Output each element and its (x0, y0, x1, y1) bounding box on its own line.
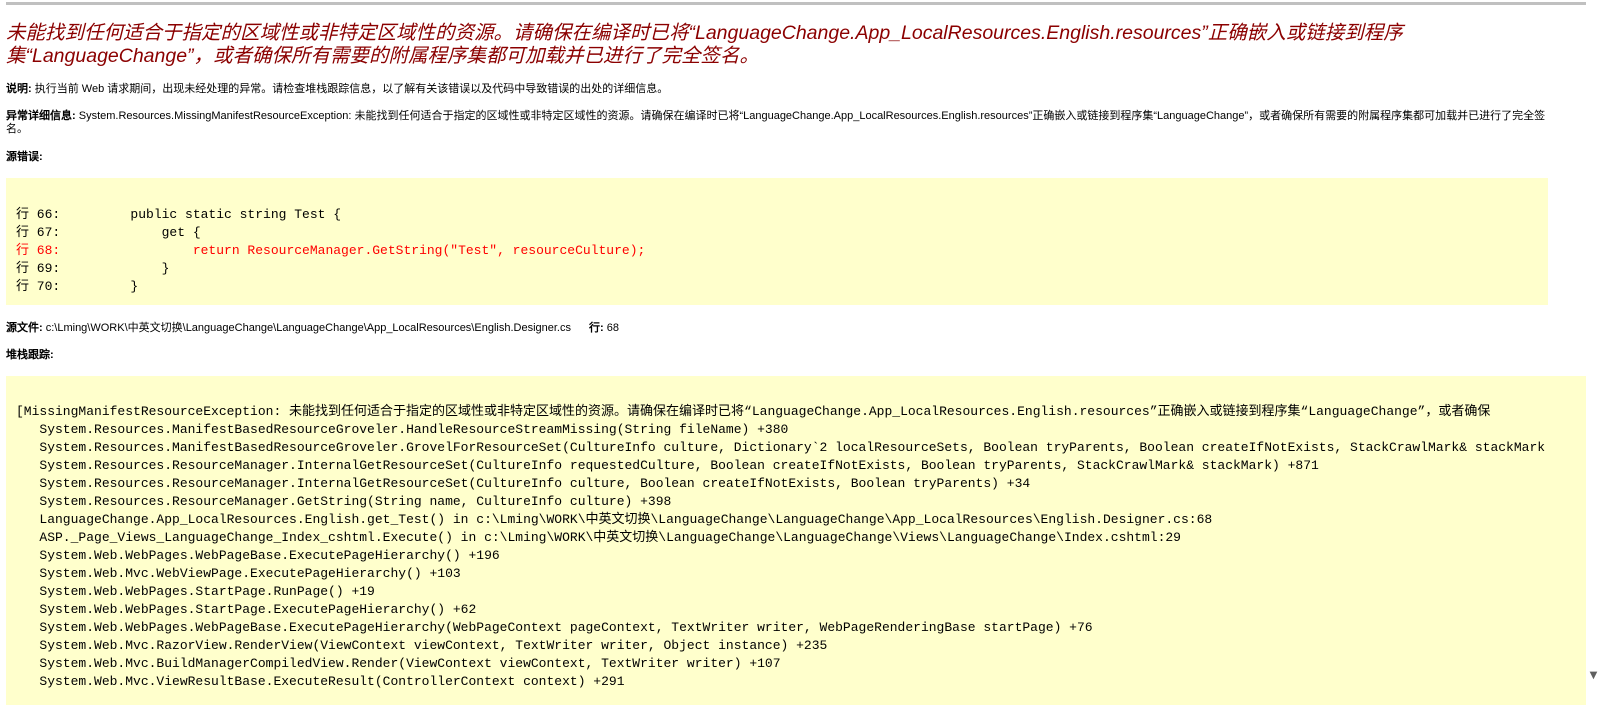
scrollbar-thumb[interactable] (1589, 370, 1598, 670)
exception-label: 异常详细信息: (6, 110, 76, 122)
stack-line: System.Web.WebPages.WebPageBase.ExecuteP… (16, 548, 500, 563)
stack-line: System.Resources.ResourceManager.GetStri… (16, 494, 672, 509)
stack-trace-label: 堆栈跟踪: (6, 349, 54, 361)
stack-line: System.Resources.ResourceManager.Interna… (16, 458, 1319, 473)
stack-line: System.Web.Mvc.RazorView.RenderView(View… (16, 638, 828, 653)
description-label: 说明: (6, 83, 32, 95)
source-line: 行 69: } (16, 261, 170, 276)
stack-line: ASP._Page_Views_LanguageChange_Index_csh… (16, 530, 1181, 545)
source-code: 行 66: public static string Test { 行 67: g… (6, 178, 1548, 296)
stack-line: System.Web.Mvc.BuildManagerCompiledView.… (16, 656, 781, 671)
source-line: 行 66: public static string Test { (16, 207, 342, 222)
source-file-label: 源文件: (6, 322, 43, 334)
stack-line: LanguageChange.App_LocalResources.Englis… (16, 512, 1213, 527)
stack-trace-heading: 堆栈跟踪: (6, 349, 54, 362)
source-line-error: 行 68: return ResourceManager.GetString("… (16, 243, 646, 258)
error-page: 未能找到任何适合于指定的区域性或非特定区域性的资源。请确保在编译时已将“Lang… (0, 0, 1586, 705)
stack-line: System.Web.WebPages.StartPage.RunPage() … (16, 584, 375, 599)
stack-line: System.Web.Mvc.WebViewPage.ExecutePageHi… (16, 566, 461, 581)
source-line: 行 70: } (16, 279, 139, 294)
vertical-scrollbar[interactable]: ▼ (1586, 0, 1601, 705)
line-label: 行: (588, 322, 604, 334)
source-file-block: 源文件: c:\Lming\WORK\中英文切换\LanguageChange\… (6, 322, 619, 335)
stack-trace: [MissingManifestResourceException: 未能找到任… (6, 376, 1586, 691)
stack-line: System.Resources.ResourceManager.Interna… (16, 476, 1031, 491)
stack-line: [MissingManifestResourceException: 未能找到任… (16, 404, 1491, 419)
source-error-label: 源错误: (6, 151, 43, 163)
exception-block: 异常详细信息: System.Resources.MissingManifest… (6, 110, 1566, 136)
source-line: 行 67: get { (16, 225, 201, 240)
top-divider (6, 2, 1586, 5)
stack-line: System.Web.Mvc.ViewResultBase.ExecuteRes… (16, 674, 625, 689)
stack-line: System.Web.WebPages.WebPageBase.ExecuteP… (16, 620, 1093, 635)
chevron-down-icon[interactable]: ▼ (1588, 670, 1599, 681)
line-number: 68 (603, 322, 619, 334)
description-block: 说明: 执行当前 Web 请求期间，出现未经处理的异常。请检查堆栈跟踪信息，以了… (6, 83, 668, 96)
stack-trace-box: [MissingManifestResourceException: 未能找到任… (6, 376, 1586, 705)
stack-line: System.Web.WebPages.StartPage.ExecutePag… (16, 602, 477, 617)
source-error-heading: 源错误: (6, 151, 43, 164)
exception-text: System.Resources.MissingManifestResource… (6, 110, 1546, 135)
stack-line: System.Resources.ManifestBasedResourceGr… (16, 440, 1546, 455)
stack-line: System.Resources.ManifestBasedResourceGr… (16, 422, 789, 437)
source-file-path: c:\Lming\WORK\中英文切换\LanguageChange\Langu… (42, 322, 571, 334)
error-title: 未能找到任何适合于指定的区域性或非特定区域性的资源。请确保在编译时已将“Lang… (6, 22, 1403, 67)
source-code-box: 行 66: public static string Test { 行 67: g… (6, 178, 1548, 305)
description-text: 执行当前 Web 请求期间，出现未经处理的异常。请检查堆栈跟踪信息，以了解有关该… (31, 83, 669, 95)
